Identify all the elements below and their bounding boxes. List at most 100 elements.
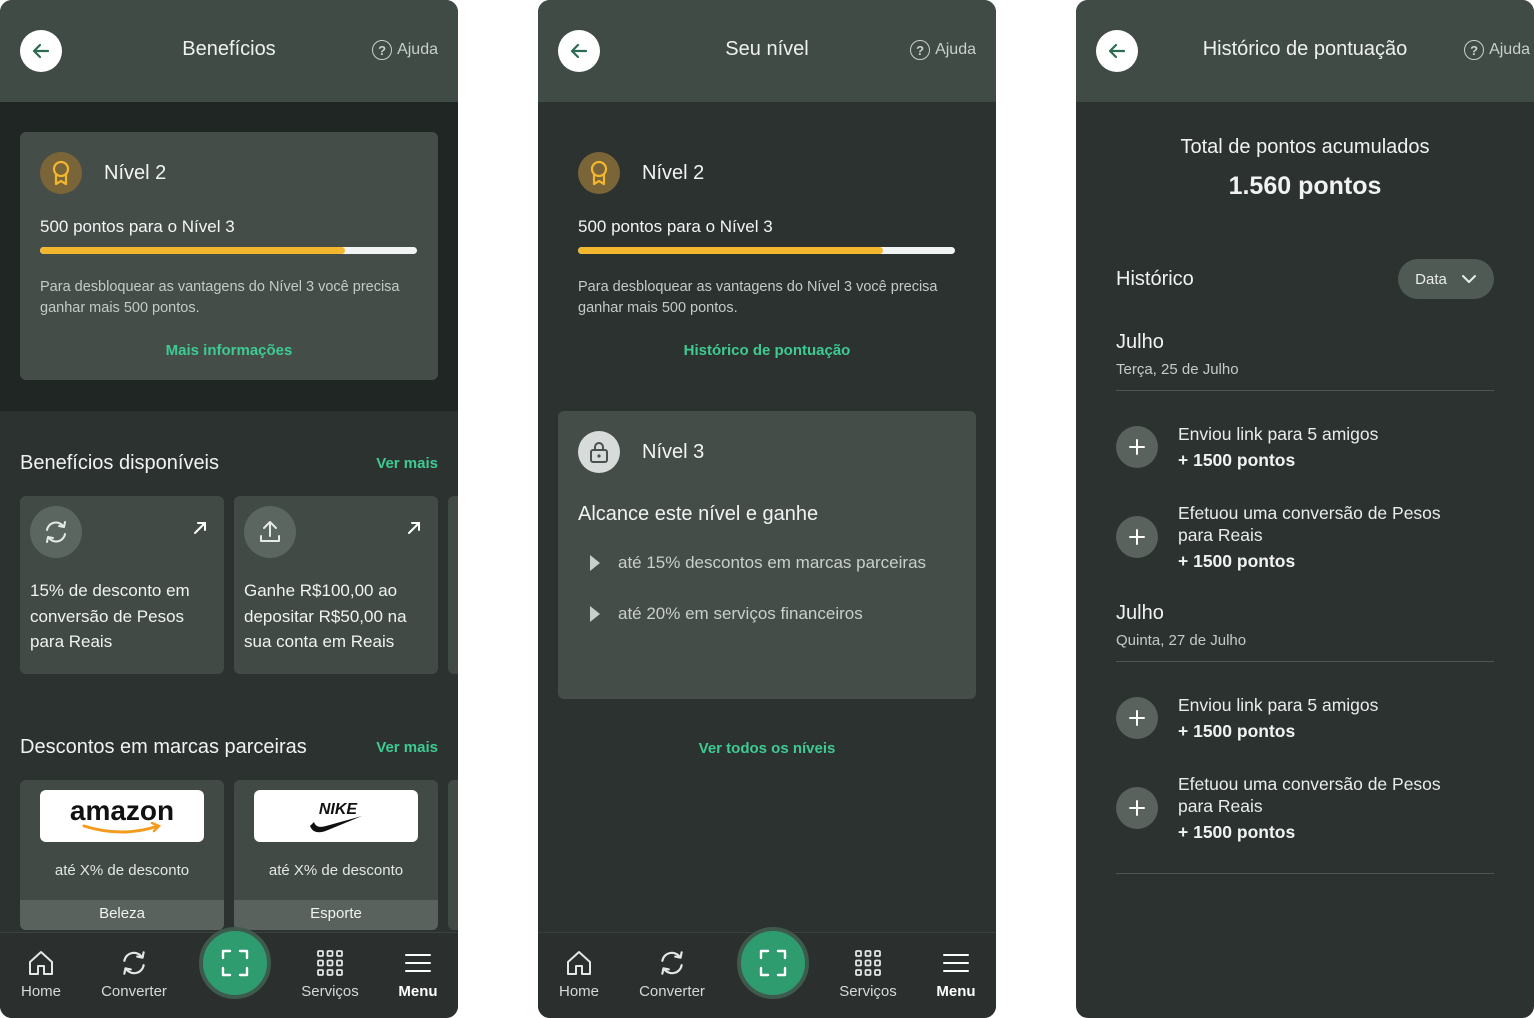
amazon-logo: amazon <box>40 790 204 842</box>
bottom-nav: Home Converter Serviços Menu <box>0 927 458 1018</box>
day-label: Quinta, 27 de Julho <box>1116 632 1247 649</box>
level-description: Para desbloquear as vantagens do Nível 3… <box>578 279 938 316</box>
nav-home-label: Home <box>558 983 599 1000</box>
grid-icon <box>317 950 343 976</box>
plus-icon <box>1116 787 1158 829</box>
month-heading: Julho <box>1116 331 1164 353</box>
nav-converter[interactable]: Converter <box>632 947 712 1000</box>
hamburger-icon <box>405 954 431 972</box>
history-entry-points: + 1500 pontos <box>1178 450 1296 470</box>
divider <box>1116 873 1494 874</box>
all-levels-link[interactable]: Ver todos os níveis <box>538 740 996 757</box>
perk-item: até 20% em serviços financeiros <box>590 604 863 624</box>
grid-icon <box>855 950 881 976</box>
nav-home[interactable]: Home <box>1 947 81 1000</box>
progress-text: 500 pontos para o Nível 3 <box>40 217 235 236</box>
scan-button[interactable] <box>199 927 271 999</box>
perk-text: até 20% em serviços financeiros <box>618 604 863 623</box>
brands-see-more-link[interactable]: Ver mais <box>376 739 438 756</box>
question-icon: ? <box>372 40 393 60</box>
more-info-link[interactable]: Mais informações <box>20 342 438 359</box>
date-filter-dropdown[interactable]: Data <box>1398 259 1494 299</box>
brand-category: Beleza <box>20 900 224 930</box>
perk-text: até 15% descontos em marcas parceiras <box>618 553 927 572</box>
history-entry-text: Enviou link para 5 amigos <box>1178 424 1379 444</box>
perk-item: até 15% descontos em marcas parceiras <box>590 553 926 573</box>
filter-label: Data <box>1415 270 1447 288</box>
scan-button[interactable] <box>737 927 809 999</box>
help-label: Ajuda <box>935 41 976 58</box>
total-points-value: 1.560 pontos <box>1228 172 1382 200</box>
nav-services-label: Serviços <box>839 983 897 1000</box>
medal-icon <box>40 152 82 194</box>
help-button[interactable]: ? Ajuda <box>910 40 976 60</box>
nav-services-label: Serviços <box>301 983 359 1000</box>
brand-card[interactable]: NIKE até X% de desconto Esporte <box>234 780 438 930</box>
hamburger-icon <box>943 954 969 972</box>
refresh-icon <box>123 951 145 975</box>
divider <box>1116 390 1494 391</box>
question-icon: ? <box>1464 40 1485 60</box>
level-title: Nível 2 <box>642 162 705 184</box>
nav-converter[interactable]: Converter <box>94 947 174 1000</box>
caret-right-icon <box>590 606 600 622</box>
benefit-text: 15% de desconto em conversão de Pesos pa… <box>30 581 190 651</box>
nav-services[interactable]: Serviços <box>828 947 908 1000</box>
home-icon <box>29 951 53 975</box>
nav-menu-label: Menu <box>936 983 976 1000</box>
header: Seu nível ? Ajuda <box>538 0 996 102</box>
brand-card[interactable]: amazon até X% de desconto Beleza <box>20 780 224 930</box>
history-entry-points: + 1500 pontos <box>1178 721 1296 741</box>
header: Histórico de pontuação ? Ajuda <box>1076 0 1534 102</box>
home-icon <box>567 951 591 975</box>
question-icon: ? <box>910 40 931 60</box>
nav-services[interactable]: Serviços <box>290 947 370 1000</box>
month-heading: Julho <box>1116 602 1164 624</box>
progress-fill <box>578 247 884 254</box>
day-label: Terça, 25 de Julho <box>1116 361 1239 378</box>
help-button[interactable]: ? Ajuda <box>1464 40 1530 60</box>
plus-icon <box>1116 697 1158 739</box>
nav-menu-label: Menu <box>398 983 438 1000</box>
benefits-see-more-link[interactable]: Ver mais <box>376 455 438 472</box>
nav-home-label: Home <box>20 983 61 1000</box>
history-title: Histórico <box>1116 268 1194 290</box>
svg-text:amazon: amazon <box>70 795 174 826</box>
benefit-card-peek[interactable] <box>448 496 458 674</box>
header: Benefícios ? Ajuda <box>0 0 458 102</box>
arrow-up-right-icon <box>194 522 206 534</box>
brand-discount: até X% de desconto <box>268 862 404 879</box>
nav-converter-label: Converter <box>101 983 167 1000</box>
bottom-nav: Home Converter Serviços Menu <box>538 927 996 1018</box>
brand-card-peek[interactable] <box>448 780 458 930</box>
total-points-label: Total de pontos acumulados <box>1180 136 1430 158</box>
benefit-card[interactable]: Ganhe R$100,00 ao depositar R$50,00 na s… <box>234 496 438 674</box>
brand-discount: até X% de desconto <box>54 862 190 879</box>
refresh-icon <box>661 951 683 975</box>
help-label: Ajuda <box>1489 41 1530 58</box>
level-description: Para desbloquear as vantagens do Nível 3… <box>40 279 400 316</box>
arrow-up-right-icon <box>408 522 420 534</box>
nav-menu[interactable]: Menu <box>378 947 458 1000</box>
nav-menu[interactable]: Menu <box>916 947 996 1000</box>
next-level-card: Nível 3 Alcance este nível e ganhe até 1… <box>558 411 976 699</box>
brands-title: Descontos em marcas parceiras <box>20 736 307 758</box>
nav-converter-label: Converter <box>639 983 705 1000</box>
score-history-link[interactable]: Histórico de pontuação <box>538 342 996 359</box>
scan-icon <box>759 949 787 977</box>
history-entry-points: + 1500 pontos <box>1178 822 1296 842</box>
history-entry-text: Efetuou uma conversão de Pesos para Reai… <box>1178 774 1441 816</box>
nav-home[interactable]: Home <box>539 947 619 1000</box>
progress-bar <box>40 247 417 254</box>
help-button[interactable]: ? Ajuda <box>372 40 438 60</box>
level-card: Nível 2 500 pontos para o Nível 3 Para d… <box>20 132 438 380</box>
plus-icon <box>1116 516 1158 558</box>
divider <box>1116 661 1494 662</box>
help-label: Ajuda <box>397 41 438 58</box>
upload-icon <box>244 506 296 558</box>
progress-fill <box>40 247 346 254</box>
benefit-card[interactable]: 15% de desconto em conversão de Pesos pa… <box>20 496 224 674</box>
benefits-screen: Benefícios ? Ajuda Nível 2 500 pontos pa… <box>0 0 458 1018</box>
history-entry-text: Enviou link para 5 amigos <box>1178 695 1379 715</box>
score-history-screen: Histórico de pontuação ? Ajuda Total de … <box>1076 0 1534 1018</box>
